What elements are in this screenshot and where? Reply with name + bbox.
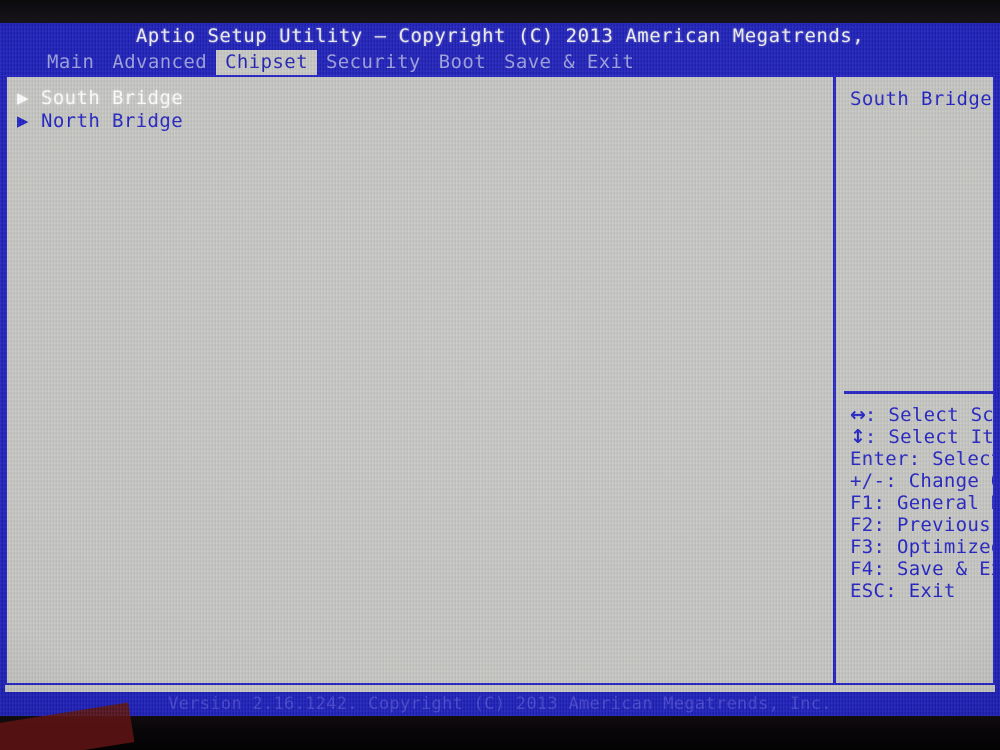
help-key-text: : Select Sc: [864, 404, 993, 426]
settings-pane: ▶ South Bridge ▶ North Bridge: [7, 77, 831, 683]
help-key-line: F3: Optimized: [844, 536, 993, 558]
menu-item[interactable]: ▶ South Bridge: [11, 87, 831, 110]
arrow-keys-icon: ↔: [850, 404, 866, 426]
help-divider-horizontal: [844, 391, 993, 394]
help-key-line: F1: General H: [844, 492, 993, 514]
tab-chipset[interactable]: Chipset: [216, 50, 317, 75]
help-key-line: ↕: Select It: [844, 426, 993, 448]
tab-main[interactable]: Main: [38, 50, 103, 75]
menu-item[interactable]: ▶ North Bridge: [11, 110, 831, 133]
monitor-bezel-top: [0, 0, 1000, 23]
help-key-line: +/-: Change O: [844, 470, 993, 492]
help-key-line: F4: Save & Ex: [844, 558, 993, 580]
page-title: Aptio Setup Utility – Copyright (C) 2013…: [135, 25, 865, 47]
help-key-text: F1: General H: [850, 492, 993, 514]
tab-security[interactable]: Security: [317, 50, 430, 75]
help-key-text: : Select It: [864, 426, 993, 448]
help-key-text: ESC: Exit: [850, 580, 956, 602]
help-key-line: F2: Previous: [844, 514, 993, 536]
arrow-keys-icon: ↕: [850, 426, 866, 448]
tab-advanced[interactable]: Advanced: [103, 50, 216, 75]
help-key-text: +/-: Change O: [850, 470, 993, 492]
submenu-arrow-icon: ▶: [17, 110, 29, 132]
tab-boot[interactable]: Boot: [430, 50, 495, 75]
setup-body-frame: ▶ South Bridge ▶ North Bridge South Bridge …: [5, 75, 995, 685]
tab-save-exit[interactable]: Save & Exit: [495, 50, 643, 75]
version-footer: Version 2.16.1242. Copyright (C) 2013 Am…: [168, 694, 832, 714]
help-key-legend: ↔: Select Sc ↕: Select It Enter: Select +/-…: [844, 404, 993, 602]
menu-item-label: South Bridge: [41, 87, 184, 109]
footer-gap-strip: [5, 685, 995, 692]
menu-tab-bar: Main Advanced Chipset Security Boot Save & Ex…: [0, 50, 1000, 75]
submenu-arrow-icon: ▶: [17, 87, 29, 109]
help-key-line: ESC: Exit: [844, 580, 993, 602]
help-pane: South Bridge ↔: Select Sc ↕: Select It Ent…: [836, 77, 993, 683]
help-title: South Bridge: [850, 88, 993, 110]
help-key-text: F3: Optimized: [850, 536, 993, 558]
bios-setup-screen: Aptio Setup Utility – Copyright (C) 2013…: [0, 23, 1000, 716]
monitor-photo: Aptio Setup Utility – Copyright (C) 2013…: [0, 0, 1000, 750]
help-key-text: Enter: Select: [850, 448, 993, 470]
help-key-line: Enter: Select: [844, 448, 993, 470]
help-key-line: ↔: Select Sc: [844, 404, 993, 426]
menu-item-label: North Bridge: [41, 110, 184, 132]
help-key-text: F4: Save & Ex: [850, 558, 993, 580]
monitor-bezel-bottom: [0, 716, 1000, 750]
help-key-text: F2: Previous: [850, 514, 991, 536]
